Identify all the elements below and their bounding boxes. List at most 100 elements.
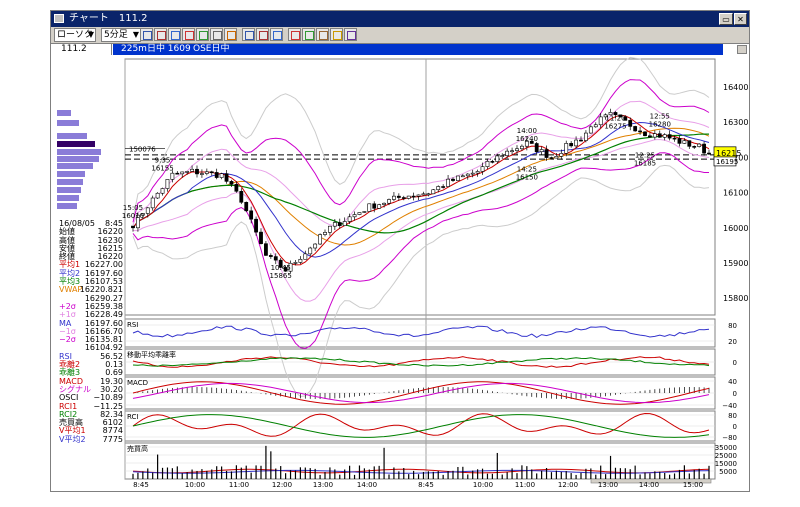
candle-icon[interactable] (154, 28, 167, 41)
candle-body (500, 155, 505, 157)
price-axis-label: 16400 (723, 83, 748, 92)
volume-profile-bar (57, 187, 81, 193)
candle-body (643, 131, 647, 137)
grid-icon[interactable] (196, 28, 209, 41)
chevron-down-icon: ▼ (87, 30, 94, 39)
zoom-icon[interactable] (242, 28, 255, 41)
volume-profile-bar (57, 163, 93, 169)
annotation-time: 14:25 (517, 166, 537, 174)
candle-body (544, 149, 549, 158)
sub-panel-tick: 35000 (715, 444, 737, 452)
candle-body (401, 197, 406, 199)
candle-body (652, 133, 657, 138)
volume-profile-bar (57, 149, 101, 155)
time-axis-label: 13:00 (598, 481, 618, 489)
table-icon[interactable] (210, 28, 223, 41)
settings-icon[interactable] (224, 28, 237, 41)
price-axis-label: 16100 (723, 189, 748, 198)
candle-body (495, 155, 500, 162)
candle-body (298, 258, 303, 263)
sub-panel-tick: 15000 (715, 460, 737, 468)
candle-body (465, 173, 470, 177)
annotation-price: 16010 (122, 212, 144, 220)
candle-body (396, 195, 401, 198)
candle-body (515, 148, 519, 152)
dots-icon[interactable] (256, 28, 269, 41)
candle-body (426, 193, 431, 196)
time-axis-label: 8:45 (133, 481, 149, 489)
interval-select[interactable]: 5分足 ▼ (101, 28, 141, 42)
candle-body (598, 116, 603, 126)
cross-icon[interactable] (344, 28, 357, 41)
restore-button[interactable]: ▭ (719, 13, 733, 25)
sub-panel-tick: 5000 (719, 468, 737, 476)
sub-panel-tick: 25000 (715, 452, 737, 460)
table-row-label: V平均2 (59, 434, 86, 444)
eraser-icon[interactable] (288, 28, 301, 41)
candle-body (219, 173, 224, 178)
candle-body (190, 168, 194, 172)
volume-profile-bar (57, 120, 79, 126)
annotation-price: 16275 (604, 122, 626, 130)
candle-body (411, 195, 416, 198)
chart-window: チャート 111.2 ▭ ✕ ローソク ▼ 5分足 ▼ 111.2 225m日中 1… (50, 10, 750, 492)
candle-body (584, 132, 588, 141)
sub-panel-label: MACD (127, 379, 148, 387)
sub-panel-tick: −40 (722, 402, 737, 410)
search-icon[interactable] (330, 28, 343, 41)
sub-panel-tick: 40 (728, 378, 737, 386)
pen-icon[interactable] (270, 28, 283, 41)
annotation-time: 15:05 (123, 204, 143, 212)
candle-body (480, 166, 485, 172)
volume-profile-bar (57, 110, 71, 116)
candle-body (342, 221, 347, 226)
panel-close-icon[interactable] (737, 45, 747, 54)
candle-body (436, 186, 441, 191)
vwap-line (132, 127, 710, 246)
sub-panel-tick: 0 (733, 390, 737, 398)
candle-body (254, 218, 258, 233)
indicator-icon[interactable] (316, 28, 329, 41)
sub-panel-tick: 0 (733, 359, 737, 367)
symbol-code: 111.2 (61, 44, 112, 55)
sub-panel-frame (124, 318, 716, 348)
candle-body (313, 243, 318, 249)
volume-profile-bar (57, 156, 99, 162)
candle-body (633, 126, 638, 132)
trend-icon[interactable] (302, 28, 315, 41)
candle-body (268, 255, 273, 257)
candle-body (323, 232, 327, 235)
chart-type-select[interactable]: ローソク ▼ (54, 28, 96, 42)
candle-body (593, 124, 598, 128)
annotation-price: 16240 (516, 135, 538, 143)
candle-body (155, 192, 160, 199)
bar-chart-icon[interactable] (140, 28, 153, 41)
annotation-time: 9:35 (155, 157, 171, 165)
candle-body (387, 199, 391, 204)
current-price-label: 16215 (716, 149, 741, 158)
candle-body (697, 143, 702, 147)
candle-body (150, 197, 155, 209)
data-table: 16/08/05 8:45 始値 16220 高値 16230 安値 16215 終値 162… (57, 219, 123, 444)
candle-body (628, 120, 633, 127)
compare-icon[interactable] (182, 28, 195, 41)
time-axis-label: 12:00 (558, 481, 578, 489)
candle-body (569, 143, 574, 147)
candle-body (337, 222, 342, 226)
candle-body (244, 201, 249, 212)
toolbar: ローソク ▼ 5分足 ▼ (51, 27, 749, 43)
time-axis-label: 11:00 (229, 481, 249, 489)
annotation-price: 15865 (270, 272, 292, 280)
annotation-time: 12:55 (650, 113, 670, 121)
line-icon[interactable] (168, 28, 181, 41)
chart-area: 164001630016200161001600015900158009:351… (51, 55, 749, 491)
close-button[interactable]: ✕ (734, 13, 747, 25)
table-row-value: 7775 (102, 434, 123, 444)
chevron-down-icon: ▼ (132, 30, 139, 39)
candle-body (559, 153, 564, 157)
time-axis-label: 10:00 (185, 481, 205, 489)
indicator-lines (132, 56, 710, 398)
candle-body (682, 140, 687, 144)
price-chart[interactable]: 164001630016200161001600015900158009:351… (51, 55, 749, 491)
bollinger-1sigma-lower (133, 138, 710, 302)
